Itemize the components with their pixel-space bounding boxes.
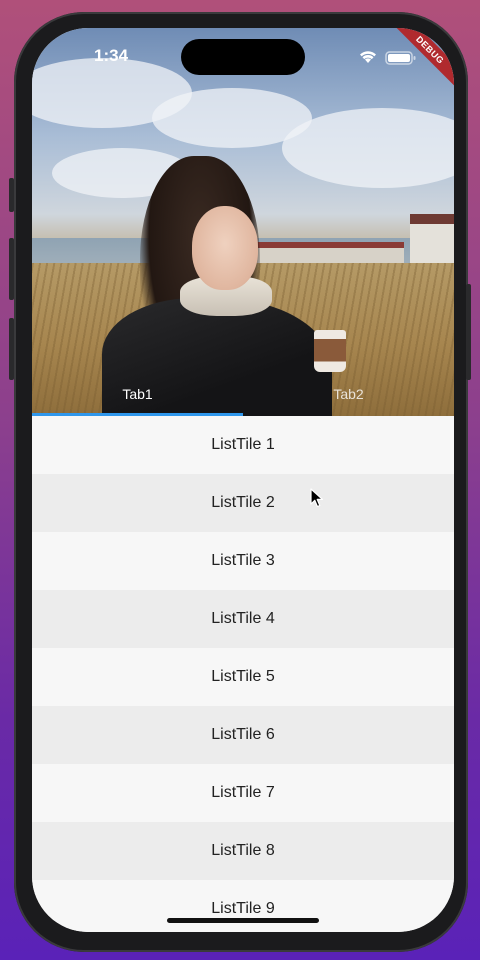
status-time: 1:34 bbox=[94, 46, 129, 65]
tab-1-label: Tab1 bbox=[122, 386, 153, 402]
tab-2[interactable]: Tab2 bbox=[243, 372, 454, 416]
dynamic-island bbox=[181, 39, 305, 75]
mouse-cursor-icon bbox=[310, 488, 324, 508]
action-button bbox=[9, 178, 14, 212]
app-screen: 1:34 DEBUG Tab1 Tab2 ListTile 1 ListTile… bbox=[32, 28, 454, 932]
status-bar: 1:34 DEBUG bbox=[32, 28, 454, 92]
list-item[interactable]: ListTile 6 bbox=[32, 706, 454, 764]
volume-down-button bbox=[9, 318, 14, 380]
power-button bbox=[466, 284, 471, 380]
header-photo bbox=[32, 28, 454, 416]
list-item[interactable]: ListTile 9 bbox=[32, 880, 454, 932]
volume-up-button bbox=[9, 238, 14, 300]
tab-bar: Tab1 Tab2 bbox=[32, 372, 454, 416]
list-item[interactable]: ListTile 4 bbox=[32, 590, 454, 648]
battery-icon bbox=[385, 51, 416, 65]
list-item[interactable]: ListTile 3 bbox=[32, 532, 454, 590]
list-item[interactable]: ListTile 7 bbox=[32, 764, 454, 822]
list-item[interactable]: ListTile 8 bbox=[32, 822, 454, 880]
list-item[interactable]: ListTile 2 bbox=[32, 474, 454, 532]
list-item[interactable]: ListTile 1 bbox=[32, 416, 454, 474]
tab-1[interactable]: Tab1 bbox=[32, 372, 243, 416]
wifi-icon bbox=[360, 51, 376, 63]
home-indicator[interactable] bbox=[167, 918, 319, 923]
list-item[interactable]: ListTile 5 bbox=[32, 648, 454, 706]
list-view[interactable]: ListTile 1 ListTile 2 ListTile 3 ListTil… bbox=[32, 416, 454, 932]
tab-2-label: Tab2 bbox=[333, 386, 364, 402]
